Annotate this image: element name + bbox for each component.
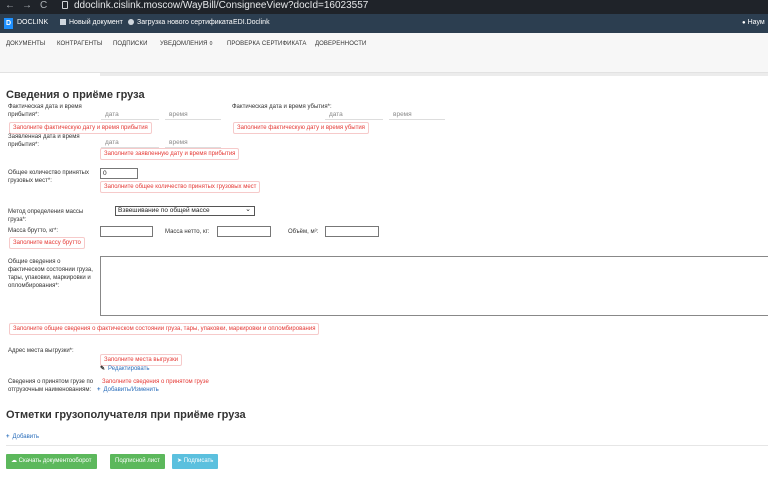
unload-address-label: Адрес места выгрузки*: xyxy=(8,348,74,354)
doclink-logo-icon: D xyxy=(4,18,13,29)
mass-method-select[interactable]: Взвешивание по общей массе ⌄ xyxy=(115,206,255,216)
volume-label: Объём, м³: xyxy=(288,229,319,235)
forward-icon[interactable]: → xyxy=(22,0,32,11)
edit-label: Редактировать xyxy=(108,366,150,372)
volume-input[interactable] xyxy=(325,226,379,237)
error-actual-departure: Заполните фактическую дату и время убыти… xyxy=(233,122,369,134)
error-gross-mass: Заполните массу брутто xyxy=(9,237,85,249)
cargo-info-label: Сведения о принятом грузе по отгрузочным… xyxy=(8,379,94,393)
menu-item-subscriptions[interactable]: ПОДПИСКИ xyxy=(113,41,147,47)
actual-arrival-time-input[interactable]: время xyxy=(165,110,221,120)
net-mass-input[interactable] xyxy=(217,226,271,237)
menu-item-documents[interactable]: ДОКУМЕНТЫ xyxy=(6,41,45,47)
user-icon: ● xyxy=(742,20,746,26)
total-places-label: Общее количество принятых грузовых мест*… xyxy=(8,170,89,184)
cloud-download-icon: ☁ xyxy=(11,458,17,464)
circle-icon xyxy=(128,19,134,25)
pencil-icon: ✎ xyxy=(100,366,106,372)
app-header: D DOCLINK Новый документ Загрузка нового… xyxy=(0,14,768,33)
send-icon: ➤ xyxy=(177,458,183,464)
mass-method-value: Взвешивание по общей массе xyxy=(118,207,210,214)
back-icon[interactable]: ← xyxy=(5,0,15,11)
menu-item-contractors[interactable]: КОНТРАГЕНТЫ xyxy=(57,41,102,47)
main-menu: ДОКУМЕНТЫ КОНТРАГЕНТЫ ПОДПИСКИ УВЕДОМЛЕН… xyxy=(0,33,768,76)
net-mass-label: Масса нетто, кг: xyxy=(165,229,210,235)
menu-item-notifications[interactable]: УВЕДОМЛЕНИЯ 0 xyxy=(160,41,212,47)
divider xyxy=(6,445,768,446)
gross-mass-input[interactable] xyxy=(100,226,153,237)
declared-arrival-label: Заявленная дата и время прибытия*: xyxy=(8,134,80,148)
actual-arrival-date-input[interactable]: дата xyxy=(101,110,159,120)
actual-departure-label: Фактическая дата и время убытия*: xyxy=(232,104,332,110)
error-total-places: Заполните общее количество принятых груз… xyxy=(100,181,261,193)
menu-divider xyxy=(100,73,768,76)
section-title-cargo-receipt: Сведения о приёме груза xyxy=(6,89,145,101)
sign-label: Подписать xyxy=(183,458,214,464)
actual-departure-date-input[interactable]: дата xyxy=(325,110,383,120)
section-title-consignee-marks: Отметки грузополучателя при приёме груза xyxy=(6,409,246,421)
download-label: Скачать документооборот xyxy=(18,458,92,464)
cert-upload-label: Загрузка нового сертификата xyxy=(137,19,233,26)
declared-arrival-time-input[interactable]: время xyxy=(165,138,221,148)
download-docflow-button[interactable]: ☁ Скачать документооборот xyxy=(6,454,97,469)
mass-method-label: Метод определения массы груза*: xyxy=(8,209,84,223)
sign-button[interactable]: ➤ Подписать xyxy=(172,454,219,469)
notifications-count: 0 xyxy=(209,41,213,47)
edit-unload-address-link[interactable]: ✎ Редактировать xyxy=(100,365,149,372)
reload-icon[interactable]: C xyxy=(40,0,47,11)
document-icon xyxy=(60,19,66,25)
user-name: Наум xyxy=(747,19,765,26)
error-condition: Заполните общие сведения о фактическом с… xyxy=(9,323,320,335)
new-document-label: Новый документ xyxy=(69,19,123,26)
brand-link[interactable]: DOCLINK xyxy=(17,19,48,26)
declared-arrival-date-input[interactable]: дата xyxy=(101,138,159,148)
sign-sheet-button[interactable]: Подписной лист xyxy=(110,454,165,469)
add-label: Добавить xyxy=(12,434,40,440)
add-change-label: Добавить/Изменить xyxy=(103,387,159,393)
browser-bar: ← → C ddoclink.cislink.moscow/WayBill/Co… xyxy=(0,0,768,14)
condition-label: Общие сведения о фактическом состоянии г… xyxy=(8,259,93,289)
plus-icon: + xyxy=(97,387,101,393)
lock-icon xyxy=(62,1,68,9)
chevron-down-icon: ⌄ xyxy=(245,206,251,213)
add-mark-link[interactable]: + Добавить xyxy=(6,434,39,440)
new-document-link[interactable]: Новый документ xyxy=(60,19,123,26)
condition-textarea[interactable] xyxy=(100,256,768,316)
edi-link[interactable]: EDI.Doclink xyxy=(233,19,270,26)
menu-item-power-of-attorney[interactable]: ДОВЕРЕННОСТИ xyxy=(315,41,366,47)
actual-arrival-label: Фактическая дата и время прибытия*: xyxy=(8,104,82,118)
cert-upload-link[interactable]: Загрузка нового сертификата xyxy=(128,19,233,26)
user-menu[interactable]: ● Наум xyxy=(742,19,765,26)
menu-item-cert-check[interactable]: ПРОВЕРКА СЕРТИФИКАТА xyxy=(227,41,306,47)
notifications-label: УВЕДОМЛЕНИЯ xyxy=(160,41,208,47)
total-places-input[interactable]: 0 xyxy=(100,168,138,179)
address-bar[interactable]: ddoclink.cislink.moscow/WayBill/Consigne… xyxy=(74,0,368,12)
plus-icon: + xyxy=(6,434,10,440)
actual-departure-time-input[interactable]: время xyxy=(389,110,445,120)
error-declared-arrival: Заполните заявленную дату и время прибыт… xyxy=(100,148,240,160)
add-change-cargo-link[interactable]: + Добавить/Изменить xyxy=(97,387,159,393)
gross-mass-label: Масса брутто, кг*: xyxy=(8,228,59,234)
